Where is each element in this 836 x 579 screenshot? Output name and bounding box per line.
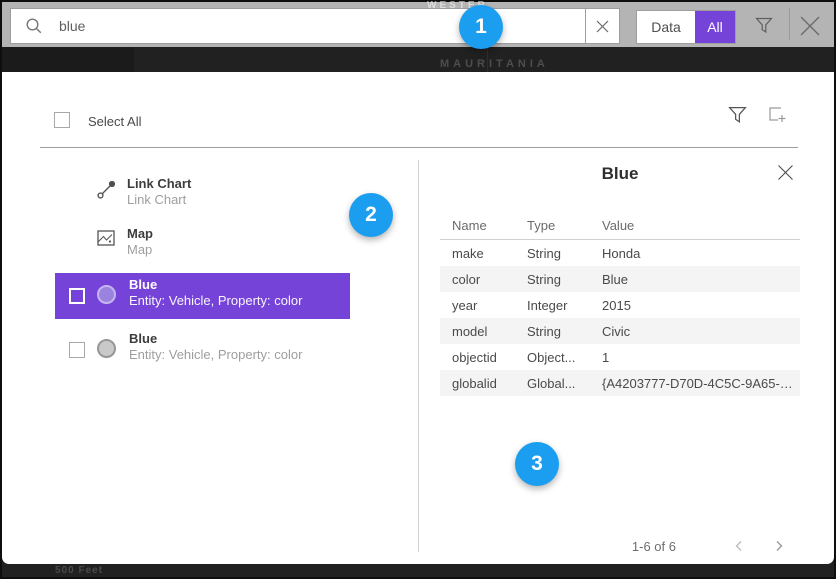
map-landmass bbox=[2, 47, 134, 73]
table-row: make String Honda bbox=[440, 240, 800, 266]
cell-type: String bbox=[527, 324, 602, 339]
cell-value: Civic bbox=[602, 324, 800, 339]
list-item-title: Blue bbox=[129, 276, 302, 293]
list-item-blue[interactable]: Blue Entity: Vehicle, Property: color bbox=[55, 327, 350, 373]
list-item-subtitle: Link Chart bbox=[127, 192, 191, 208]
results-panel: Select All bbox=[2, 72, 834, 564]
list-item-map[interactable]: Map Map bbox=[55, 222, 350, 268]
table-row: year Integer 2015 bbox=[440, 292, 800, 318]
column-header-value: Value bbox=[602, 218, 800, 233]
link-chart-icon bbox=[95, 177, 119, 201]
pagination-range: 1-6 of 6 bbox=[632, 539, 676, 554]
map-scale-text: 500 Feet bbox=[55, 565, 103, 576]
add-selection-icon bbox=[766, 104, 788, 126]
cell-value: Honda bbox=[602, 246, 800, 261]
map-icon bbox=[95, 227, 117, 249]
cell-name: objectid bbox=[452, 350, 527, 365]
list-item-title: Link Chart bbox=[127, 175, 191, 192]
cell-value: 2015 bbox=[602, 298, 800, 313]
list-item-title: Blue bbox=[129, 330, 302, 347]
map-country-label: MAURITANIA bbox=[440, 58, 549, 70]
clear-icon bbox=[596, 20, 609, 33]
detail-title: Blue bbox=[440, 164, 800, 184]
list-item-link-chart[interactable]: Link Chart Link Chart bbox=[55, 172, 350, 218]
app-window: MAURITANIA 500 Feet WESTER Data All bbox=[0, 0, 836, 579]
attribute-table: Name Type Value make String Honda color … bbox=[440, 212, 800, 396]
chevron-left-icon bbox=[732, 539, 746, 553]
toggle-option-data[interactable]: Data bbox=[637, 11, 695, 43]
entity-circle-icon bbox=[97, 285, 116, 304]
cell-value: {A4203777-D70D-4C5C-9A65-C... bbox=[602, 376, 800, 391]
cell-name: year bbox=[452, 298, 527, 313]
callout-1: 1 bbox=[459, 5, 503, 49]
toggle-option-all[interactable]: All bbox=[695, 11, 735, 43]
list-item-subtitle: Entity: Vehicle, Property: color bbox=[129, 347, 302, 363]
table-row: objectid Object... 1 bbox=[440, 344, 800, 370]
header-divider bbox=[40, 147, 798, 148]
list-item-title: Map bbox=[127, 225, 153, 242]
close-icon bbox=[799, 15, 821, 37]
add-to-selection-button[interactable] bbox=[766, 104, 788, 126]
select-all-checkbox[interactable] bbox=[54, 112, 70, 128]
filter-button[interactable] bbox=[754, 15, 774, 35]
chevron-right-icon bbox=[772, 539, 786, 553]
pagination: 1-6 of 6 bbox=[440, 532, 800, 560]
list-item-blue-selected[interactable]: Blue Entity: Vehicle, Property: color bbox=[55, 273, 350, 319]
clear-search-button[interactable] bbox=[585, 8, 620, 44]
list-item-subtitle: Entity: Vehicle, Property: color bbox=[129, 293, 302, 309]
select-all-label: Select All bbox=[88, 114, 141, 129]
close-search-button[interactable] bbox=[799, 15, 821, 37]
scope-toggle: Data All bbox=[636, 10, 736, 44]
next-page-button[interactable] bbox=[772, 539, 786, 553]
callout-2: 2 bbox=[349, 193, 393, 237]
cell-type: String bbox=[527, 272, 602, 287]
table-row: color String Blue bbox=[440, 266, 800, 292]
cell-type: Global... bbox=[527, 376, 602, 391]
cell-name: globalid bbox=[452, 376, 527, 391]
filter-icon bbox=[727, 104, 748, 125]
entity-circle-icon bbox=[97, 339, 116, 358]
column-header-type: Type bbox=[527, 218, 602, 233]
item-checkbox[interactable] bbox=[69, 342, 85, 358]
table-header-row: Name Type Value bbox=[440, 212, 800, 240]
cell-type: String bbox=[527, 246, 602, 261]
filter-icon bbox=[754, 15, 774, 35]
search-input[interactable] bbox=[59, 18, 585, 34]
close-icon bbox=[777, 164, 794, 181]
cell-value: Blue bbox=[602, 272, 800, 287]
toolbar-divider bbox=[789, 8, 790, 40]
table-row: globalid Global... {A4203777-D70D-4C5C-9… bbox=[440, 370, 800, 396]
cell-value: 1 bbox=[602, 350, 800, 365]
columns-divider bbox=[418, 160, 419, 552]
cell-type: Object... bbox=[527, 350, 602, 365]
callout-3: 3 bbox=[515, 442, 559, 486]
cell-name: color bbox=[452, 272, 527, 287]
table-row: model String Civic bbox=[440, 318, 800, 344]
detail-close-button[interactable] bbox=[777, 164, 794, 181]
list-item-subtitle: Map bbox=[127, 242, 153, 258]
previous-page-button[interactable] bbox=[732, 539, 746, 553]
column-header-name: Name bbox=[452, 218, 527, 233]
results-filter-button[interactable] bbox=[727, 104, 748, 125]
item-checkbox[interactable] bbox=[69, 288, 85, 304]
cell-name: model bbox=[452, 324, 527, 339]
cell-type: Integer bbox=[527, 298, 602, 313]
cell-name: make bbox=[452, 246, 527, 261]
search-icon bbox=[25, 17, 43, 35]
